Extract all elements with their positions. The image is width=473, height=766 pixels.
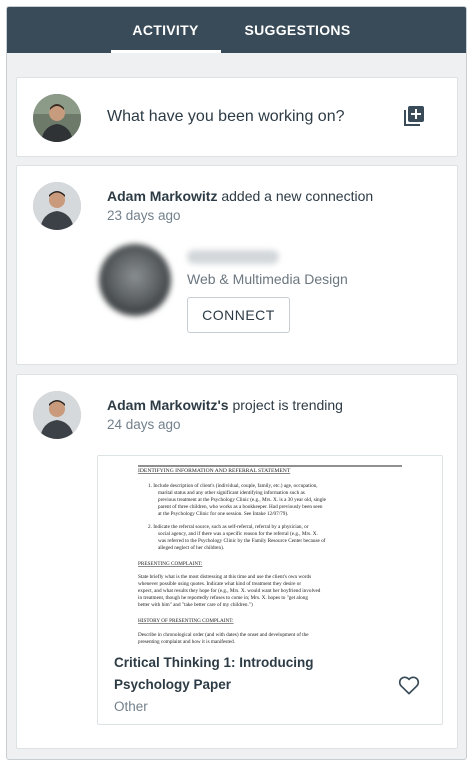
thumb-line: alleged neglect of her children). [158, 544, 224, 551]
avatar [33, 94, 81, 142]
connection-department: Web & Multimedia Design [187, 271, 348, 287]
thumb-line: Describe in chronological order (and wit… [138, 631, 309, 638]
thumb-line: social agency, and if there was a specif… [158, 530, 318, 537]
project-title-line: Critical Thinking 1: Introducing [114, 655, 314, 670]
project-card[interactable]: IDENTIFYING INFORMATION AND REFERRAL STA… [97, 455, 443, 725]
thumb-line: State briefly what is the most distressi… [138, 573, 311, 580]
thumb-heading: IDENTIFYING INFORMATION AND REFERRAL STA… [138, 468, 291, 474]
feed-headline: Adam Markowitz's project is trending [107, 397, 343, 413]
project-title-line: Psychology Paper [114, 677, 232, 692]
timestamp: 24 days ago [107, 417, 181, 432]
user-name-link[interactable]: Adam Markowitz's [107, 397, 229, 413]
user-name-link[interactable]: Adam Markowitz [107, 188, 217, 204]
thumb-line: in treatment, though he reportedly refus… [138, 594, 308, 601]
avatar[interactable] [33, 182, 81, 230]
project-category: Other [114, 699, 148, 714]
thumb-line: better with him" and "take better care o… [138, 601, 253, 608]
app-frame: ACTIVITY SUGGESTIONS What have you been … [6, 6, 467, 760]
thumb-line: whenever possible using quotes. Indicate… [138, 580, 301, 587]
post-composer[interactable]: What have you been working on? [16, 77, 458, 157]
tab-activity[interactable]: ACTIVITY [110, 7, 221, 53]
action-text: added a new connection [217, 188, 374, 204]
feed-item-project: Adam Markowitz's project is trending 24 … [16, 374, 458, 749]
heart-outline-icon[interactable] [398, 675, 420, 695]
connection-avatar[interactable] [99, 244, 171, 316]
thumb-line: 1. Include description of client's (indi… [148, 482, 318, 489]
composer-prompt[interactable]: What have you been working on? [107, 108, 344, 126]
thumb-line: previous treatment at the Psychology Cli… [158, 496, 327, 503]
connection-name-redacted[interactable] [187, 250, 279, 264]
thumb-line: presenting complaint and how it is manif… [138, 638, 235, 645]
feed-item-connection: Adam Markowitz added a new connection 23… [16, 165, 458, 365]
add-square-icon[interactable] [403, 105, 425, 127]
feed-headline: Adam Markowitz added a new connection [107, 188, 373, 204]
thumb-line: expect, and what results they hope for (… [138, 587, 321, 594]
project-thumbnail: IDENTIFYING INFORMATION AND REFERRAL STA… [98, 456, 442, 648]
thumb-line: PRESENTING COMPLAINT: [138, 561, 203, 567]
thumb-line: parent of three children, who works as a… [158, 503, 323, 510]
tab-bar: ACTIVITY SUGGESTIONS [7, 7, 466, 53]
avatar[interactable] [33, 391, 81, 439]
tab-suggestions[interactable]: SUGGESTIONS [233, 7, 363, 53]
thumb-line: HISTORY OF PRESENTING COMPLAINT: [138, 618, 234, 624]
timestamp: 23 days ago [107, 208, 181, 223]
thumb-line: 2. Indicate the referral source, such as… [148, 523, 309, 530]
connect-button[interactable]: CONNECT [187, 297, 290, 333]
action-text: project is trending [228, 397, 343, 413]
thumb-line: was referred to the Psychology Clinic by… [158, 537, 326, 544]
project-title[interactable]: Critical Thinking 1: Introducing Psychol… [114, 652, 374, 696]
thumb-line: at the Psychology Clinic for one session… [158, 510, 288, 517]
thumb-line: marital status and any other significant… [158, 489, 305, 496]
